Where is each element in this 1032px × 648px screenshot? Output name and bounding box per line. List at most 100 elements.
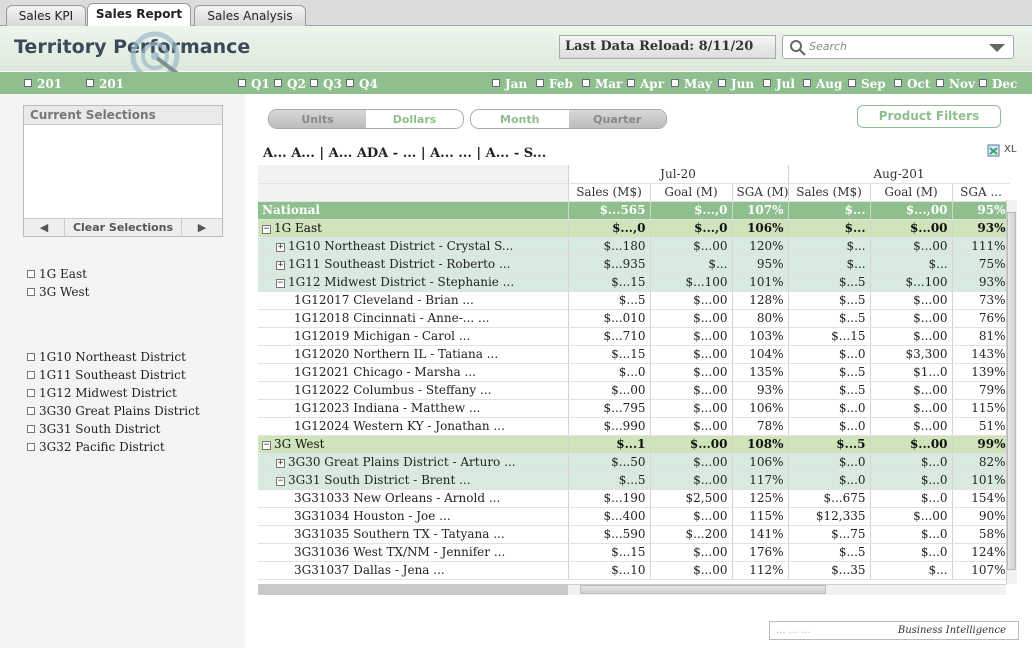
row-label[interactable]: −1G East	[258, 219, 569, 238]
excel-export-icon[interactable]	[987, 144, 1001, 157]
back-arrow-icon[interactable]: ◀	[24, 219, 64, 236]
row-label[interactable]: +1G10 Northeast District - Crystal S...	[258, 237, 569, 256]
quarter-checkbox-q3[interactable]: Q3	[310, 77, 342, 91]
row-label[interactable]: 1G12021 Chicago - Marsha ...	[258, 363, 569, 382]
table-cell: $...00	[870, 237, 953, 256]
table-row[interactable]: 3G31036 West TX/NM - Jennifer ... $...15 $…	[258, 543, 1010, 562]
column-header[interactable]: SGA (M)	[732, 183, 789, 202]
clear-selections-button[interactable]: Clear Selections	[64, 219, 182, 237]
row-label[interactable]: 1G12023 Indiana - Matthew ...	[258, 399, 569, 418]
table-row[interactable]: 1G12024 Western KY - Jonathan ... $...990…	[258, 417, 1010, 436]
column-header[interactable]: SGA ...	[952, 183, 1010, 202]
units-button[interactable]: Units	[269, 110, 366, 128]
month-checkbox-jan[interactable]: Jan	[492, 77, 527, 91]
table-row[interactable]: 1G12020 Northern IL - Tatiana ... $...15 $…	[258, 345, 1010, 364]
forward-arrow-icon[interactable]: ▶	[182, 219, 222, 236]
table-row[interactable]: −1G12 Midwest District - Stephanie ... $.…	[258, 273, 1010, 292]
table-row[interactable]: −3G West $...1 $...00 108% $...5 $...00 99%	[258, 435, 1010, 454]
year-checkbox-2[interactable]: 201	[86, 77, 124, 91]
quarter-button[interactable]: Quarter	[568, 110, 666, 128]
collapse-icon[interactable]: −	[262, 441, 271, 450]
table-row[interactable]: +3G30 Great Plains District - Arturo ...…	[258, 453, 1010, 472]
table-cell: $...0	[568, 363, 651, 382]
expand-icon[interactable]: +	[276, 459, 285, 468]
district-option-3g30[interactable]: 3G30 Great Plains District	[27, 404, 200, 418]
month-checkbox-nov[interactable]: Nov	[936, 77, 975, 91]
district-option-1g10[interactable]: 1G10 Northeast District	[27, 350, 186, 364]
table-row[interactable]: 3G31033 New Orleans - Arnold ... $...190 $…	[258, 489, 1010, 508]
tab-sales-analysis[interactable]: Sales Analysis	[194, 5, 306, 26]
expand-icon[interactable]: +	[276, 243, 285, 252]
row-label[interactable]: 1G12018 Cincinnati - Anne-... ...	[258, 309, 569, 328]
row-label[interactable]: 1G12024 Western KY - Jonathan ...	[258, 417, 569, 436]
tab-sales-report[interactable]: Sales Report	[87, 3, 191, 27]
column-header[interactable]: Sales (M$)	[788, 183, 871, 202]
chevron-down-icon[interactable]	[989, 44, 1005, 53]
region-option-1g-east[interactable]: 1G East	[27, 267, 87, 281]
dollars-button[interactable]: Dollars	[366, 110, 463, 128]
table-row[interactable]: −1G East $...,0 $...,0 106% $... $...00 93%	[258, 219, 1010, 238]
row-label[interactable]: 1G12022 Columbus - Steffany ...	[258, 381, 569, 400]
table-row[interactable]: 1G12019 Michigan - Carol ... $...710 $...0…	[258, 327, 1010, 346]
tab-sales-kpi[interactable]: Sales KPI	[6, 5, 86, 26]
row-label[interactable]: +1G11 Southeast District - Roberto ...	[258, 255, 569, 274]
month-checkbox-feb[interactable]: Feb	[536, 77, 573, 91]
table-row[interactable]: 1G12021 Chicago - Marsha ... $...0 $...00 1…	[258, 363, 1010, 382]
month-checkbox-mar[interactable]: Mar	[582, 77, 622, 91]
region-option-3g-west[interactable]: 3G West	[27, 285, 89, 299]
month-button[interactable]: Month	[471, 110, 569, 128]
table-row[interactable]: 1G12018 Cincinnati - Anne-... ... $...010…	[258, 309, 1010, 328]
row-label[interactable]: National	[258, 201, 569, 220]
district-option-1g11[interactable]: 1G11 Southeast District	[27, 368, 186, 382]
district-option-3g32[interactable]: 3G32 Pacific District	[27, 440, 165, 454]
search-box[interactable]: Search	[782, 35, 1014, 59]
row-label[interactable]: 3G31033 New Orleans - Arnold ...	[258, 489, 569, 508]
collapse-icon[interactable]: −	[276, 477, 285, 486]
row-label[interactable]: 1G12020 Northern IL - Tatiana ...	[258, 345, 569, 364]
table-row[interactable]: 1G12023 Indiana - Matthew ... $...795 $...…	[258, 399, 1010, 418]
table-row[interactable]: 3G31034 Houston - Joe ... $...400 $...00 11…	[258, 507, 1010, 526]
row-label[interactable]: +3G30 Great Plains District - Arturo ...	[258, 453, 569, 472]
column-header[interactable]: Goal (M)	[650, 183, 733, 202]
row-label[interactable]: −1G12 Midwest District - Stephanie ...	[258, 273, 569, 292]
table-row[interactable]: −3G31 South District - Brent ... $...5 $..…	[258, 471, 1010, 490]
collapse-icon[interactable]: −	[262, 225, 271, 234]
row-label[interactable]: 3G31036 West TX/NM - Jennifer ...	[258, 543, 569, 562]
quarter-checkbox-q2[interactable]: Q2	[274, 77, 306, 91]
column-header[interactable]: Goal (M)	[870, 183, 953, 202]
table-row[interactable]: National $...565 $...,0 107% $... $...,00 95%	[258, 201, 1010, 220]
row-label[interactable]: 1G12017 Cleveland - Brian ...	[258, 291, 569, 310]
row-label[interactable]: −3G31 South District - Brent ...	[258, 471, 569, 490]
month-checkbox-oct[interactable]: Oct	[894, 77, 930, 91]
table-row[interactable]: +1G10 Northeast District - Crystal S... $…	[258, 237, 1010, 256]
month-checkbox-jul[interactable]: Jul	[763, 77, 795, 91]
year-checkbox-1[interactable]: 201	[24, 77, 62, 91]
collapse-icon[interactable]: −	[276, 279, 285, 288]
month-checkbox-aug[interactable]: Aug	[803, 77, 842, 91]
row-label[interactable]: 3G31034 Houston - Joe ...	[258, 507, 569, 526]
expand-icon[interactable]: +	[276, 261, 285, 270]
month-checkbox-jun[interactable]: Jun	[718, 77, 754, 91]
table-row[interactable]: 1G12022 Columbus - Steffany ... $...00 $..…	[258, 381, 1010, 400]
table-row[interactable]: +1G11 Southeast District - Roberto ... $.…	[258, 255, 1010, 274]
table-row[interactable]: 1G12017 Cleveland - Brian ... $...5 $...00…	[258, 291, 1010, 310]
month-checkbox-may[interactable]: May	[671, 77, 712, 91]
row-label[interactable]: 1G12019 Michigan - Carol ...	[258, 327, 569, 346]
quarter-checkbox-q4[interactable]: Q4	[346, 77, 378, 91]
horizontal-scroll-thumb[interactable]	[580, 585, 826, 594]
district-option-3g31[interactable]: 3G31 South District	[27, 422, 160, 436]
month-checkbox-apr[interactable]: Apr	[627, 77, 664, 91]
month-checkbox-dec[interactable]: Dec	[979, 77, 1017, 91]
row-label[interactable]: 3G31035 Southern TX - Tatyana ...	[258, 525, 569, 544]
district-option-1g12[interactable]: 1G12 Midwest District	[27, 386, 177, 400]
row-label[interactable]: −3G West	[258, 435, 569, 454]
table-cell: $...00	[870, 417, 953, 436]
product-filters-button[interactable]: Product Filters	[857, 105, 1001, 128]
month-checkbox-sep[interactable]: Sep	[848, 77, 886, 91]
quarter-checkbox-q1[interactable]: Q1	[238, 77, 270, 91]
column-header[interactable]: Sales (M$)	[568, 183, 651, 202]
row-label[interactable]: 3G31037 Dallas - Jena ...	[258, 561, 569, 580]
table-row[interactable]: 3G31035 Southern TX - Tatyana ... $...590…	[258, 525, 1010, 544]
table-row[interactable]: 3G31037 Dallas - Jena ... $...10 $...00 112…	[258, 561, 1010, 580]
vertical-scroll-thumb[interactable]	[1007, 212, 1016, 570]
